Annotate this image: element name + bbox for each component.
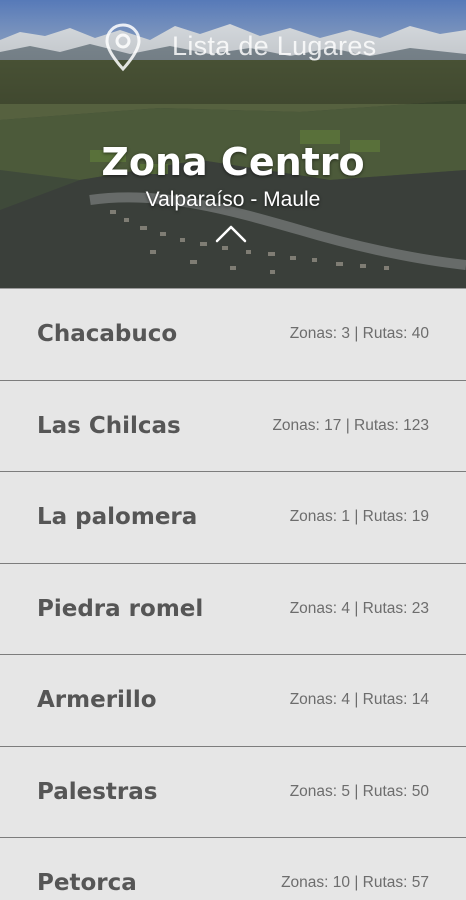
- zone-title: Zona Centro: [101, 140, 365, 184]
- list-item[interactable]: La palomera Zonas: 1 | Rutas: 19: [0, 471, 466, 563]
- place-stats: Zonas: 4 | Rutas: 23: [289, 599, 429, 617]
- place-name: Las Chilcas: [37, 412, 181, 439]
- place-stats: Zonas: 17 | Rutas: 123: [272, 416, 429, 434]
- list-item[interactable]: Armerillo Zonas: 4 | Rutas: 14: [0, 654, 466, 746]
- app-title: Lista de Lugares: [172, 31, 377, 61]
- place-name: Chacabuco: [37, 321, 178, 348]
- list-item[interactable]: Piedra romel Zonas: 4 | Rutas: 23: [0, 562, 466, 654]
- place-stats: Zonas: 5 | Rutas: 50: [289, 782, 429, 800]
- place-name: Armerillo: [37, 687, 157, 714]
- location-pin-icon: [105, 23, 141, 72]
- place-stats: Zonas: 3 | Rutas: 40: [289, 325, 429, 343]
- place-name: La palomera: [37, 504, 198, 531]
- list-item[interactable]: Las Chilcas Zonas: 17 | Rutas: 123: [0, 379, 466, 471]
- list-item[interactable]: Chacabuco Zonas: 3 | Rutas: 40: [0, 288, 466, 380]
- place-stats: Zonas: 1 | Rutas: 19: [289, 508, 429, 526]
- places-list: Chacabuco Zonas: 3 | Rutas: 40 Las Chilc…: [0, 288, 466, 900]
- place-stats: Zonas: 4 | Rutas: 14: [289, 691, 429, 709]
- header-banner: Lista de Lugares Zona Centro Valparaíso …: [0, 0, 466, 288]
- zone-subtitle: Valparaíso - Maule: [145, 188, 321, 211]
- list-item[interactable]: Palestras Zonas: 5 | Rutas: 50: [0, 745, 466, 837]
- place-stats: Zonas: 10 | Rutas: 57: [281, 874, 429, 892]
- place-name: Piedra romel: [37, 595, 204, 622]
- chevron-up-icon[interactable]: [214, 222, 248, 244]
- place-name: Petorca: [37, 870, 137, 897]
- place-name: Palestras: [37, 778, 158, 805]
- list-item[interactable]: Petorca Zonas: 10 | Rutas: 57: [0, 837, 466, 900]
